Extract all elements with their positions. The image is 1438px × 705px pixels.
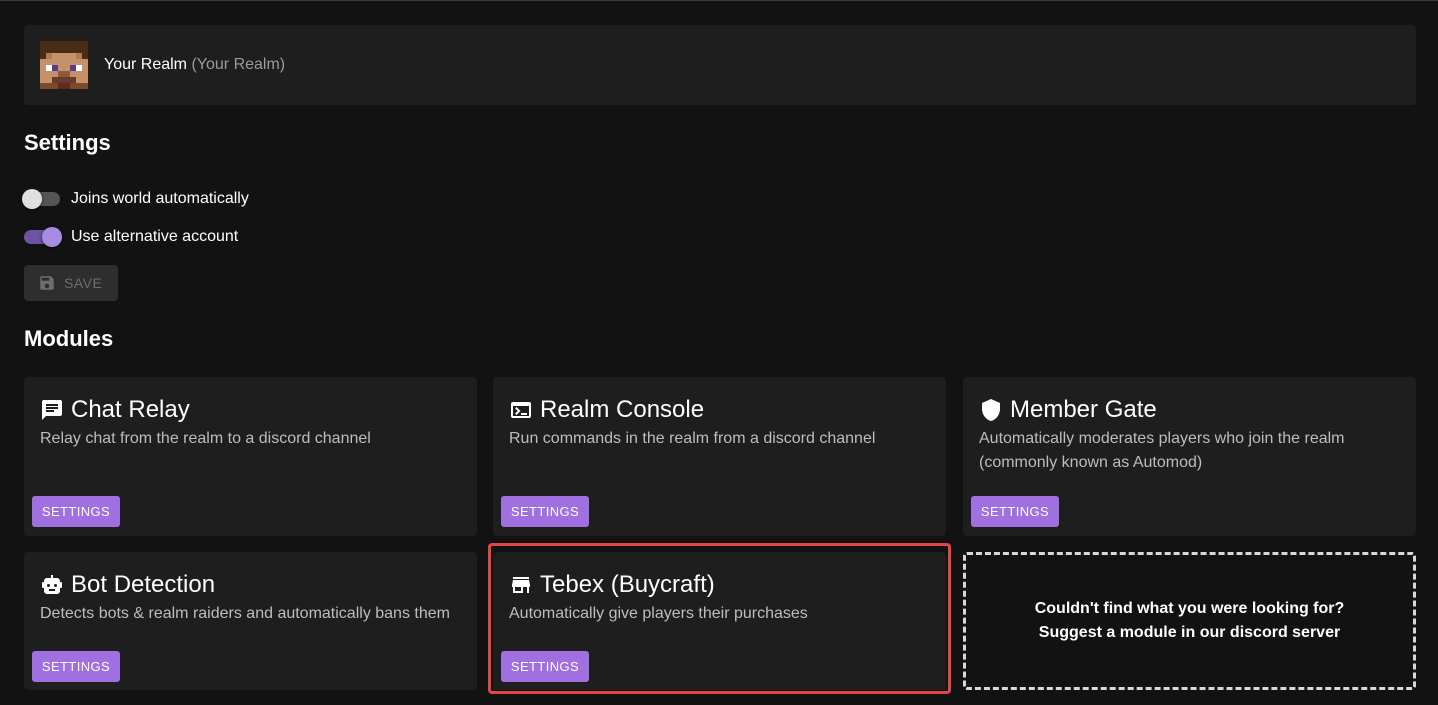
module-description: Detects bots & realm raiders and automat…	[40, 605, 450, 622]
realm-console-settings-button[interactable]: SETTINGS	[501, 496, 589, 527]
member-gate-settings-button[interactable]: SETTINGS	[971, 496, 1059, 527]
alt-account-switch[interactable]	[24, 227, 62, 247]
save-label: SAVE	[64, 275, 103, 291]
console-icon	[511, 402, 531, 418]
selection-highlight	[488, 543, 951, 694]
switch-knob	[22, 189, 42, 209]
suggest-line-1: Couldn't find what you were looking for?	[1034, 600, 1345, 617]
module-card-bot-detection: Bot Detection Detects bots & realm raide…	[24, 552, 477, 690]
module-title: Member Gate	[1010, 396, 1157, 423]
module-title: Bot Detection	[71, 571, 216, 598]
bot-detection-settings-button[interactable]: SETTINGS	[32, 651, 120, 682]
module-card-member-gate: Member Gate Automatically moderates play…	[963, 377, 1416, 536]
chat-relay-settings-button[interactable]: SETTINGS	[32, 496, 120, 527]
joins-world-toggle-row[interactable]: Joins world automatically	[22, 187, 249, 211]
module-description: Automatically moderates players who join…	[979, 430, 1345, 471]
joins-world-switch[interactable]	[22, 189, 60, 209]
realm-name: Your Realm	[104, 56, 188, 73]
module-card-realm-console: Realm Console Run commands in the realm …	[493, 377, 946, 536]
save-icon	[40, 276, 54, 290]
shield-icon	[982, 399, 1000, 421]
save-button[interactable]: SAVE	[24, 265, 118, 301]
module-card-chat-relay: Chat Relay Relay chat from the realm to …	[24, 377, 477, 536]
module-description: Relay chat from the realm to a discord c…	[40, 430, 371, 447]
robot-icon	[42, 575, 62, 594]
module-title: Chat Relay	[71, 396, 190, 423]
suggest-line-2: Suggest a module in our discord server	[1038, 624, 1341, 641]
realm-header-card: Your Realm (Your Realm)	[24, 25, 1416, 105]
chat-icon	[42, 400, 62, 420]
switch-knob	[42, 227, 62, 247]
realm-title: Your Realm (Your Realm)	[104, 56, 285, 74]
settings-heading: Settings	[24, 130, 111, 155]
top-divider	[0, 0, 1438, 1]
module-title: Realm Console	[540, 396, 705, 423]
realm-subtitle: (Your Realm)	[191, 56, 286, 73]
realm-avatar-icon	[40, 41, 88, 89]
module-description: Run commands in the realm from a discord…	[509, 430, 876, 447]
modules-heading: Modules	[24, 326, 114, 351]
alt-account-label: Use alternative account	[71, 228, 239, 245]
alt-account-toggle-row[interactable]: Use alternative account	[24, 225, 238, 249]
suggest-module-card[interactable]: Couldn't find what you were looking for?…	[963, 552, 1416, 690]
joins-world-label: Joins world automatically	[71, 190, 249, 207]
